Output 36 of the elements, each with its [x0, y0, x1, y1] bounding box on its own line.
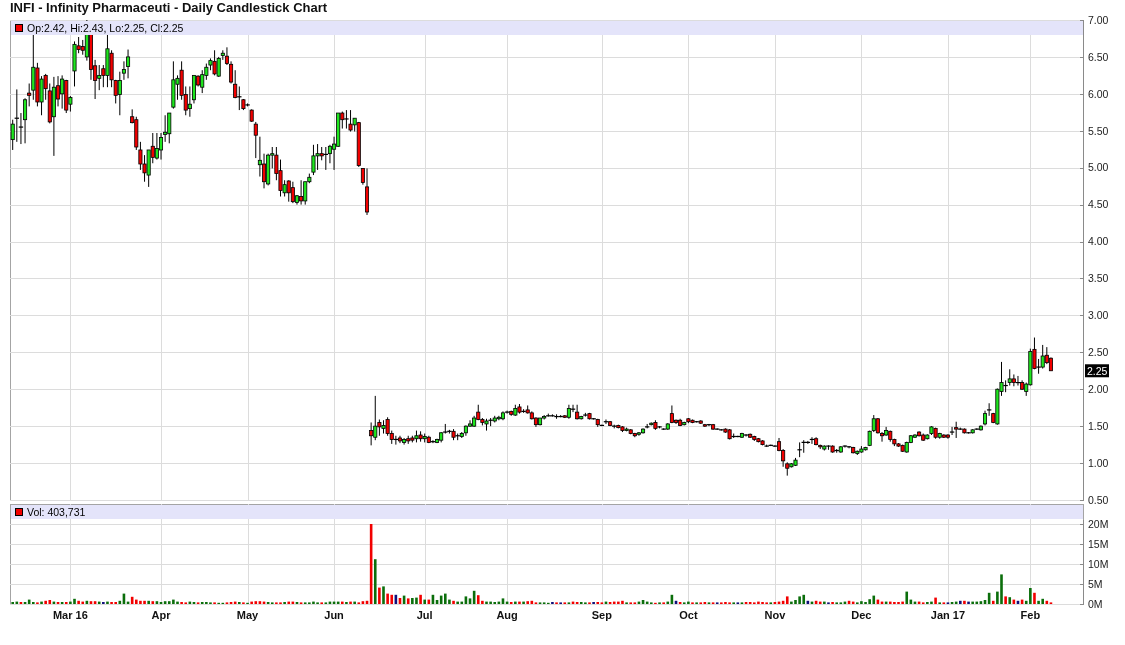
price-label: 4.50 [1088, 198, 1109, 211]
price-tag: 2.25 [1085, 364, 1109, 378]
axis-label: Jul [416, 609, 433, 621]
axis-label: 15M [1088, 537, 1109, 550]
swatch-icon [15, 24, 23, 32]
price-label: 0.50 [1088, 493, 1109, 506]
price-label: 6.50 [1088, 50, 1109, 63]
axis-label: Jan 17 [930, 609, 966, 621]
price-label: 5.50 [1088, 124, 1109, 137]
price-label: 2.00 [1088, 383, 1109, 396]
price-label: 7.00 [1088, 13, 1109, 26]
price-label: 1.00 [1088, 456, 1109, 469]
axis-label: Oct [679, 609, 698, 621]
axis-label: Jun [324, 609, 344, 621]
legend-text: Vol: 403,731 [27, 506, 86, 518]
axis-label: May [236, 609, 259, 621]
legend-text: Op:2.42, Hi:2.43, Lo:2.25, Cl:2.25 [27, 22, 184, 34]
axis-label: 0M [1088, 597, 1103, 610]
price-label: 3.00 [1088, 309, 1109, 322]
axis-label: Nov [764, 609, 786, 621]
axis-label: 5M [1088, 577, 1103, 590]
price-label: 6.00 [1088, 87, 1109, 100]
axis-label: Apr [151, 609, 171, 621]
axis-label: Aug [496, 609, 518, 621]
price-label: 5.00 [1088, 161, 1109, 174]
axis-label: Mar 16 [52, 609, 88, 621]
axis-label: Sep [591, 609, 612, 621]
price-label: 3.50 [1088, 272, 1109, 285]
axis-label: Feb [1020, 609, 1041, 621]
price-label: 1.50 [1088, 419, 1109, 432]
axis-label: Dec [851, 609, 872, 621]
price-label: 2.50 [1088, 346, 1109, 359]
axis-label: 10M [1088, 557, 1109, 570]
axis-label: 20M [1088, 517, 1109, 530]
price-label: 4.00 [1088, 235, 1109, 248]
chart-title: INFI - Infinity Pharmaceuti - Daily Candlestick Chart [9, 0, 328, 15]
